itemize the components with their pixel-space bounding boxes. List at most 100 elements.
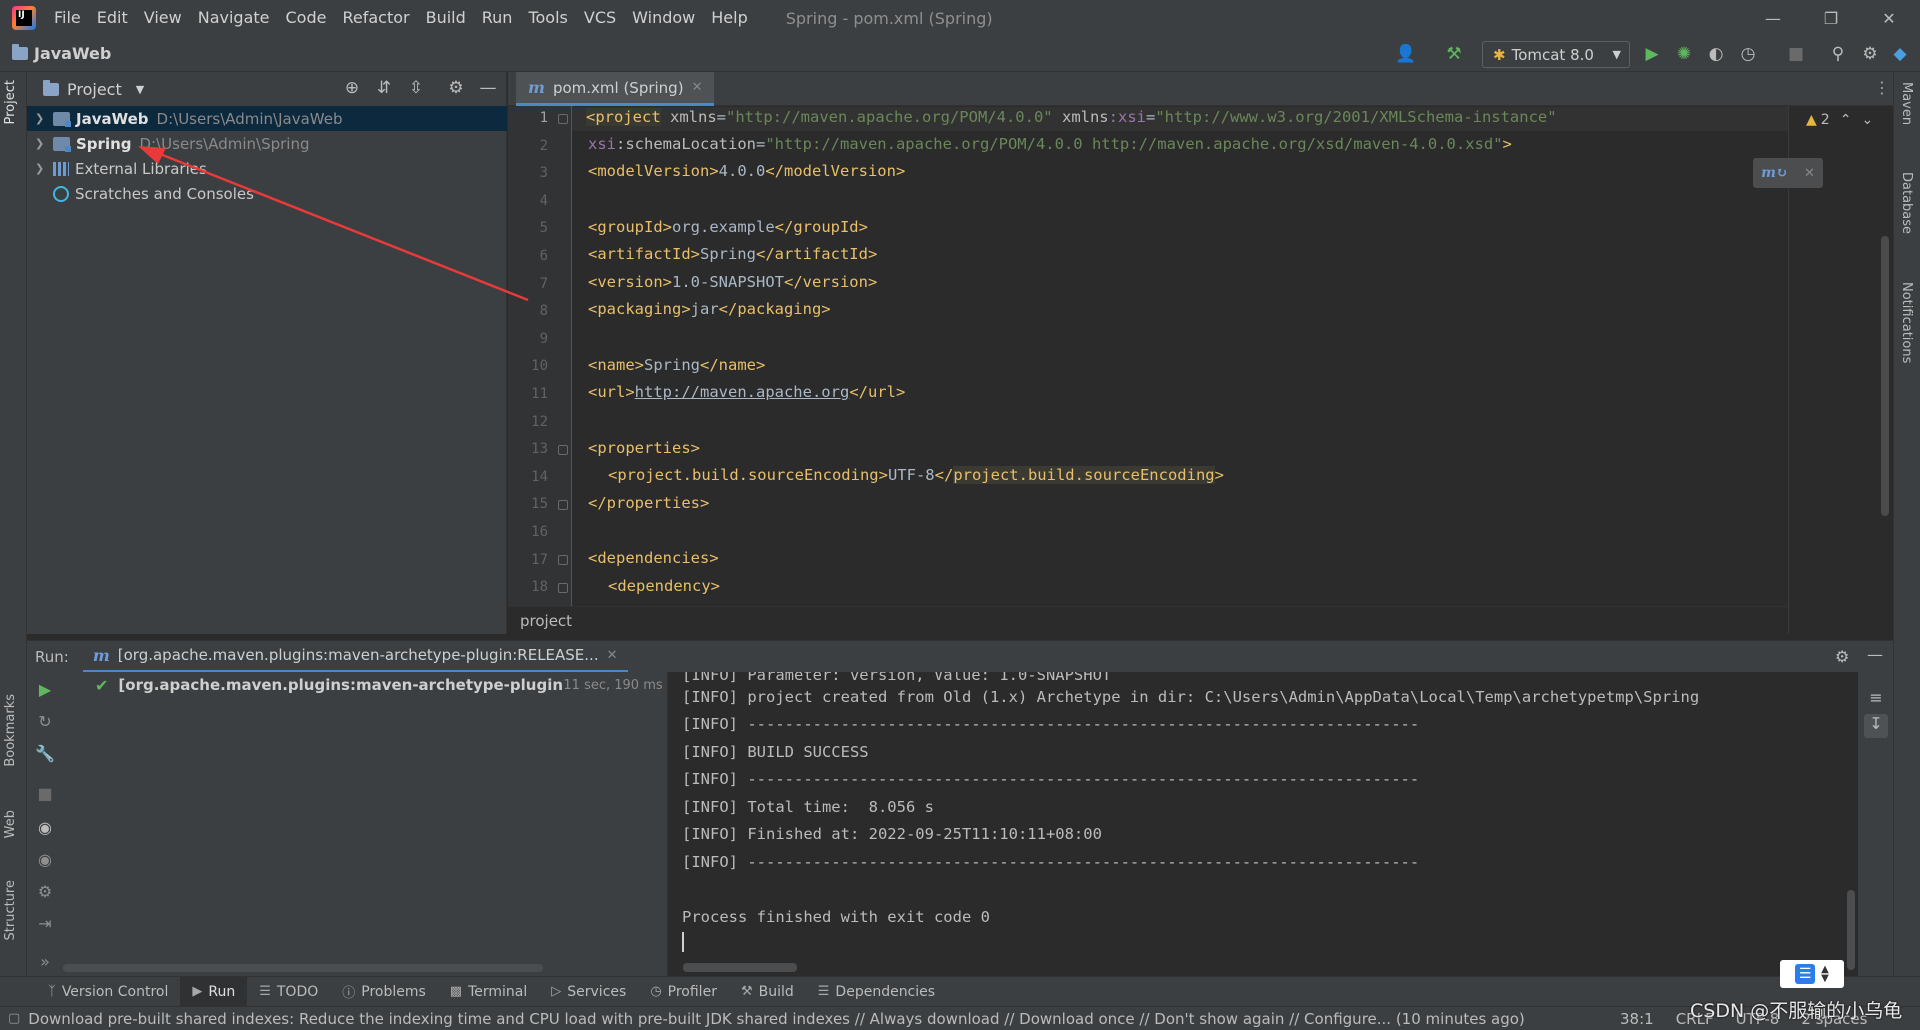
eye-icon[interactable]: ◉ [33, 818, 57, 842]
menu-file[interactable]: File [46, 0, 89, 36]
build-hammer-icon[interactable]: ⚒ [1442, 42, 1466, 66]
console-output[interactable]: [INFO] Parameter: version, Value: 1.0-SN… [668, 672, 1858, 976]
close-icon[interactable]: ✕ [607, 648, 618, 663]
tab-maven[interactable]: Maven [1899, 82, 1914, 125]
tab-bookmarks[interactable]: Bookmarks [3, 694, 18, 767]
project-panel-title[interactable]: Project [67, 80, 122, 99]
breadcrumb[interactable]: project [508, 606, 1788, 634]
hide-panel-icon[interactable]: — [477, 78, 499, 100]
tab-project[interactable]: Project [3, 80, 18, 124]
tab-problems[interactable]: ⓘ Problems [330, 977, 438, 1007]
menu-vcs[interactable]: VCS [576, 0, 624, 36]
console-line: Process finished with exit code 0 [682, 908, 990, 926]
wrench-icon[interactable]: 🔧 [33, 744, 57, 768]
jetbrains-toolbox-icon[interactable]: ◆ [1888, 42, 1912, 66]
menu-run[interactable]: Run [474, 0, 521, 36]
tree-item-javaweb[interactable]: ❯ JavaWeb D:\Users\Admin\JavaWeb [27, 106, 507, 131]
tab-structure[interactable]: Structure [3, 880, 18, 940]
fold-icon[interactable] [558, 500, 568, 510]
tree-item-spring[interactable]: ❯ Spring D:\Users\Admin\Spring [27, 131, 507, 156]
run-icon[interactable]: ▶ [1640, 42, 1664, 66]
soft-wrap-icon[interactable]: ≡ [1864, 688, 1888, 712]
tab-database[interactable]: Database [1899, 172, 1914, 234]
gear-icon[interactable]: ⚙ [1835, 647, 1849, 666]
settings-icon[interactable]: ⚙ [33, 882, 57, 906]
more-options-icon[interactable]: ⋮ [1874, 78, 1890, 97]
hide-panel-icon[interactable]: — [1867, 645, 1883, 664]
tab-services[interactable]: ▷ Services [539, 977, 638, 1007]
tab-notifications[interactable]: Notifications [1899, 282, 1914, 363]
tab-terminal[interactable]: ▩ Terminal [438, 977, 539, 1007]
chevron-right-icon[interactable]: ❯ [35, 112, 53, 125]
tab-profiler[interactable]: ◷ Profiler [638, 977, 729, 1007]
run-tree-scrollbar[interactable] [63, 964, 543, 972]
code-line-17: <dependencies> [588, 549, 719, 567]
layout-icon[interactable]: ▢ [8, 1011, 20, 1026]
user-icon[interactable]: 👤 [1394, 42, 1418, 66]
console-horizontal-scrollbar[interactable] [683, 963, 797, 972]
stop-icon[interactable]: ■ [1784, 42, 1808, 66]
project-breadcrumb[interactable]: JavaWeb [12, 44, 111, 63]
caret-position[interactable]: 38:1 [1620, 1010, 1654, 1028]
tree-item-external-libraries[interactable]: ❯ External Libraries [27, 156, 507, 181]
coverage-icon[interactable]: ◐ [1704, 42, 1728, 66]
restore-button[interactable]: ❐ [1802, 0, 1860, 36]
maven-reload-popup[interactable]: m↻ ✕ [1753, 158, 1823, 188]
rerun-icon[interactable]: ▶ [33, 680, 57, 704]
menu-window[interactable]: Window [624, 0, 703, 36]
close-icon[interactable]: ✕ [1804, 166, 1815, 181]
tab-web[interactable]: Web [3, 810, 18, 838]
debug-icon[interactable]: ✺ [1672, 42, 1696, 66]
expand-all-icon[interactable]: ⇵ [373, 78, 395, 100]
run-config-dropdown[interactable]: ✱ Tomcat 8.0 ▼ [1482, 41, 1630, 68]
scroll-to-end-icon[interactable]: ↧ [1864, 714, 1888, 738]
status-message[interactable]: Download pre-built shared indexes: Reduc… [28, 1010, 1524, 1028]
minimize-button[interactable]: — [1744, 0, 1802, 36]
collapse-all-icon[interactable]: ⇳ [405, 78, 427, 100]
tab-version-control[interactable]: ᛉ Version Control [36, 977, 180, 1007]
gear-icon[interactable]: ⚙ [1858, 42, 1882, 66]
locate-icon[interactable]: ⊕ [341, 78, 363, 100]
menu-help[interactable]: Help [703, 0, 755, 36]
exit-icon[interactable]: ⇥ [33, 914, 57, 938]
inspection-widget[interactable]: ▲ 2 ⌃ ⌄ [1806, 112, 1873, 128]
console-vertical-scrollbar[interactable] [1847, 890, 1855, 970]
more-icon[interactable]: » [33, 952, 57, 976]
chevron-right-icon[interactable]: ❯ [35, 137, 53, 150]
tab-pom-xml[interactable]: m pom.xml (Spring) ✕ [516, 72, 715, 106]
tab-build[interactable]: ⚒ Build [729, 977, 806, 1007]
chevron-down-icon[interactable]: ▼ [136, 83, 144, 96]
camera-icon[interactable]: ◉ [33, 850, 57, 874]
search-icon[interactable]: ⚲ [1826, 42, 1850, 66]
tab-dependencies[interactable]: ☰ Dependencies [806, 977, 947, 1007]
fold-icon[interactable] [558, 445, 568, 455]
stop-icon[interactable]: ■ [33, 784, 57, 808]
menu-tools[interactable]: Tools [520, 0, 575, 36]
close-icon[interactable]: ✕ [692, 80, 703, 95]
gear-icon[interactable]: ⚙ [445, 78, 467, 100]
menu-build[interactable]: Build [418, 0, 474, 36]
close-window-button[interactable]: ✕ [1860, 0, 1918, 36]
maven-reload-icon[interactable]: m↻ [1761, 165, 1788, 181]
menu-code[interactable]: Code [278, 0, 335, 36]
tab-run[interactable]: ▶ Run [180, 976, 248, 1007]
fold-icon[interactable] [558, 583, 568, 593]
fold-icon[interactable] [558, 555, 568, 565]
menu-edit[interactable]: Edit [89, 0, 136, 36]
menu-navigate[interactable]: Navigate [190, 0, 278, 36]
tab-todo[interactable]: ☰ TODO [247, 977, 330, 1007]
rerun-failed-icon[interactable]: ↻ [33, 712, 57, 736]
run-tree-item[interactable]: ✔ [org.apache.maven.plugins:maven-archet… [63, 672, 668, 698]
fold-icon[interactable] [558, 114, 568, 124]
chevron-down-icon[interactable]: ⌄ [1861, 112, 1873, 128]
chevron-right-icon[interactable]: ❯ [35, 162, 53, 175]
tree-item-scratches[interactable]: Scratches and Consoles [27, 181, 507, 206]
menu-refactor[interactable]: Refactor [334, 0, 417, 36]
profile-icon[interactable]: ◷ [1736, 42, 1760, 66]
run-tab-maven-archetype[interactable]: m [org.apache.maven.plugins:maven-archet… [82, 641, 628, 673]
chevron-up-icon[interactable]: ⌃ [1840, 112, 1852, 128]
ime-indicator[interactable]: ☰ ▲ ▼ [1780, 960, 1844, 988]
code-editor[interactable]: 1 2 3 4 5 6 7 8 9 10 11 12 13 14 15 16 17 18 <project xml… [508, 106, 1788, 606]
line-number: 14 [531, 468, 548, 485]
menu-view[interactable]: View [136, 0, 190, 36]
